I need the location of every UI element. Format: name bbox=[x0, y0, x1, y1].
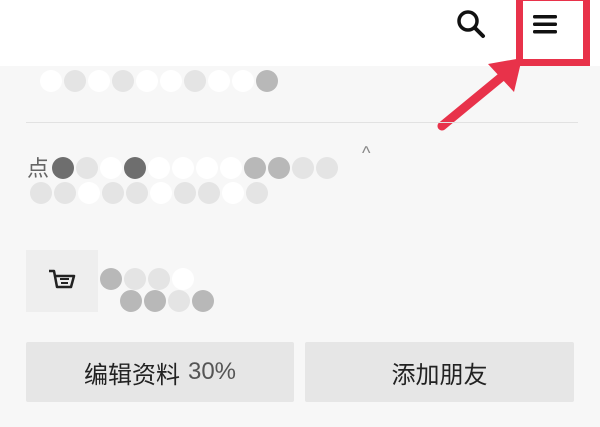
edit-profile-button[interactable]: 编辑资料 30% bbox=[26, 342, 294, 402]
blurred-bio-line-1 bbox=[52, 157, 338, 179]
pointer-arrow bbox=[437, 58, 522, 131]
profile-actions: 编辑资料 30% 添加朋友 bbox=[26, 342, 574, 402]
section-divider bbox=[26, 122, 578, 123]
add-friend-button[interactable]: 添加朋友 bbox=[305, 342, 574, 402]
blurred-profile-name bbox=[40, 70, 278, 92]
search-button[interactable] bbox=[447, 0, 495, 48]
store-card[interactable] bbox=[26, 250, 98, 312]
blurred-bio-line-2 bbox=[30, 182, 268, 204]
shopping-cart-icon bbox=[49, 269, 76, 289]
blurred-store-line-1 bbox=[100, 268, 194, 290]
search-icon bbox=[457, 10, 485, 38]
profile-completion-percent: 30% bbox=[187, 358, 237, 385]
note-glyph: 点 bbox=[27, 156, 50, 181]
edit-profile-label: 编辑资料 bbox=[83, 361, 180, 389]
expand-caret-icon[interactable]: ^ bbox=[362, 143, 370, 164]
blurred-store-line-2 bbox=[120, 290, 214, 312]
add-friend-label: 添加朋友 bbox=[391, 361, 488, 389]
